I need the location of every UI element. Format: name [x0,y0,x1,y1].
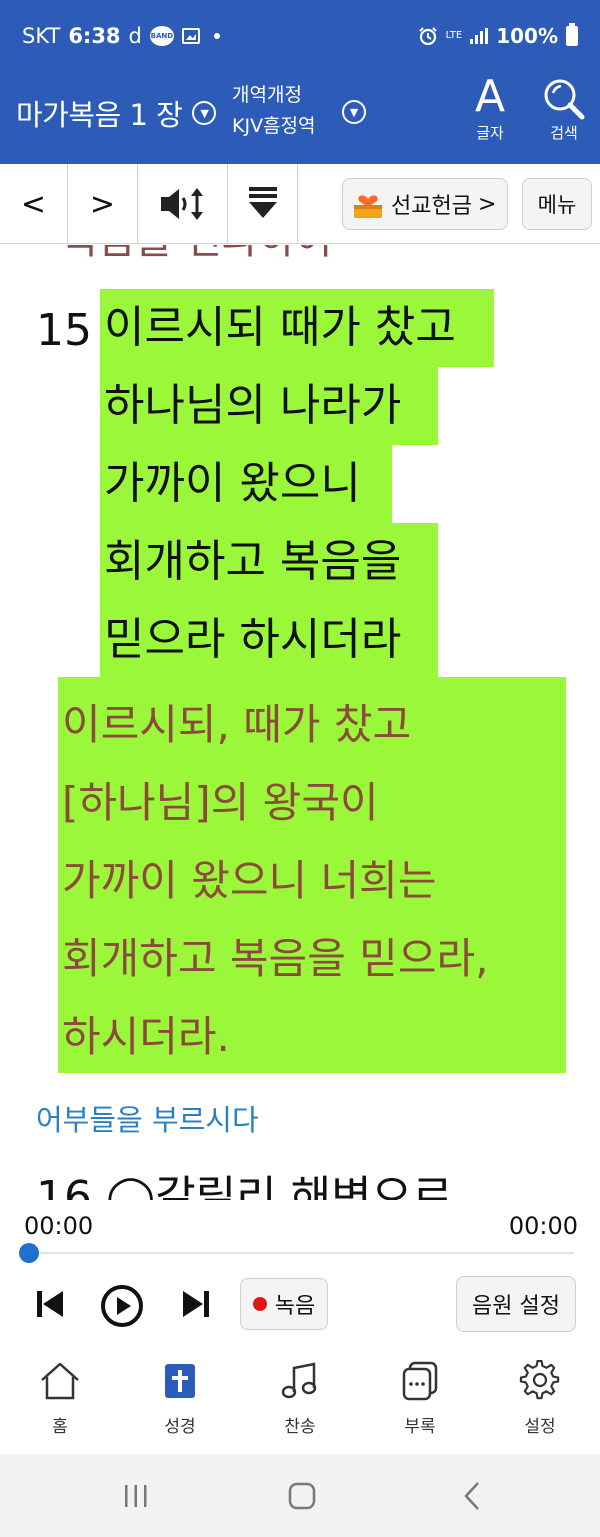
read-aloud-button[interactable] [138,164,228,244]
record-dot-icon [252,1297,267,1311]
home-system-button[interactable] [282,1476,322,1516]
korean-verse-line[interactable]: 하나님의 나라가 [100,367,438,445]
tab-hymn[interactable]: 찬송 [240,1360,360,1437]
prev-label: < [20,186,47,222]
next-label: > [89,186,116,222]
font-size-label: 글자 [476,124,504,142]
previous-track-button[interactable] [30,1286,70,1322]
progress-knob[interactable] [19,1243,39,1263]
donation-box-icon [354,195,382,218]
network-type: LTE [445,30,463,41]
prev-chapter-button[interactable]: < [0,164,68,244]
gallery-icon [181,28,200,44]
status-left: SKT 6:38 d BAND [22,24,220,48]
total-time: 00:00 [508,1212,578,1240]
more-notifications-dot-icon [213,33,220,39]
progress-track[interactable] [28,1252,574,1254]
korean-verse-line[interactable]: 가까이 왔으니 [100,445,392,523]
notification-d-icon: d [128,24,142,48]
status-right: LTE 100% [418,23,578,48]
back-chevron-icon [464,1482,479,1510]
tab-label: 홈 [52,1417,68,1437]
speaker-scroll-icon [160,188,203,220]
home-system-icon [288,1482,316,1510]
chevron-down-icon: ▼ [192,101,217,125]
download-arrow-icon [248,187,277,218]
carrier-label: SKT [22,24,61,48]
battery-percent: 100% [496,24,558,48]
font-size-button[interactable]: A 글자 [464,74,516,143]
recent-apps-icon [125,1485,147,1507]
play-icon [101,1285,143,1327]
version-chevron-down-icon[interactable]: ▼ [342,100,366,124]
auto-scroll-button[interactable] [228,164,298,244]
audio-settings-label: 음원 설정 [472,1294,560,1319]
kjv-verse-block[interactable]: 이르시되, 때가 찼고 [하나님]의 왕국이 가까이 왔으니 너희는 회개하고 … [58,677,566,1073]
korean-verse-line[interactable]: 믿으라 하시더라 [100,601,438,679]
app-header: SKT 6:38 d BAND LTE 100% 마가복음 1 장 ▼ 개역개정 [0,0,600,164]
system-navigation-bar [0,1454,600,1537]
section-heading-link[interactable]: 어부들을 부르시다 [36,1097,259,1139]
tab-label: 찬송 [284,1417,316,1437]
battery-icon [566,23,578,46]
status-bar: SKT 6:38 d BAND LTE 100% [0,0,600,76]
reader-toolbar: < > 선교헌금 > 메뉴 [0,164,600,244]
version-selector[interactable]: 개역개정 KJV흠정역 [232,80,316,142]
kjv-verse-line: 회개하고 복음을 믿으라, [62,934,489,983]
kjv-verse-line: [하나님]의 왕국이 [62,778,379,827]
book-chapter-label: 마가복음 1 장 [16,98,183,132]
offering-label: 선교헌금 [391,194,472,219]
alarm-icon [418,27,437,46]
chevron-right-icon: > [477,191,497,217]
clock: 6:38 [68,24,121,48]
previous-verse-fragment: 복음을 전파하여 [62,245,332,265]
tab-label: 부록 [404,1417,436,1437]
music-note-icon [281,1362,317,1399]
signal-strength-icon [470,28,489,44]
next-track-button[interactable] [176,1286,216,1322]
tab-label: 성경 [164,1417,196,1437]
next-chapter-button[interactable]: > [68,164,138,244]
search-icon [544,79,585,120]
record-button[interactable]: 녹음 [240,1278,328,1330]
skip-next-icon [183,1291,209,1317]
kjv-verse-line: 하시더라. [62,1012,230,1061]
version-secondary: KJV흠정역 [232,115,316,137]
bible-icon [165,1364,195,1398]
version-primary: 개역개정 [232,84,302,106]
tab-settings[interactable]: 설정 [480,1360,600,1437]
search-label: 검색 [550,124,578,142]
tab-appendix[interactable]: 부록 [360,1360,480,1437]
next-verse-fragment: 16 ◯갈릴리 해변으로 [36,1172,453,1200]
skip-previous-icon [37,1291,63,1317]
verse-number: 15 [36,305,92,356]
bottom-tab-bar: 홈 성경 찬송 부록 설정 [0,1352,600,1454]
audio-player: 00:00 00:00 녹음 음원 설정 [0,1200,600,1352]
home-icon [41,1362,79,1400]
menu-button[interactable]: 메뉴 [522,178,592,230]
book-chapter-selector[interactable]: 마가복음 1 장 ▼ [16,92,217,134]
band-app-icon: BAND [149,26,174,46]
font-icon: A [474,71,506,122]
appendix-icon [402,1361,438,1401]
play-button[interactable] [100,1284,144,1328]
record-label: 녹음 [274,1294,316,1319]
audio-settings-button[interactable]: 음원 설정 [456,1276,576,1332]
scripture-view[interactable]: 복음을 전파하여 15 이르시되 때가 찼고 하나님의 나라가 가까이 왔으니 … [0,245,600,1200]
tab-label: 설정 [524,1417,556,1437]
recent-apps-button[interactable] [116,1476,156,1516]
korean-verse-line[interactable]: 회개하고 복음을 [100,523,438,601]
search-button[interactable]: 검색 [538,74,590,143]
tab-bible[interactable]: 성경 [120,1360,240,1437]
mission-offering-button[interactable]: 선교헌금 > [342,178,508,230]
tab-home[interactable]: 홈 [0,1360,120,1437]
current-time: 00:00 [24,1212,94,1240]
menu-label: 메뉴 [537,193,577,217]
gear-icon [519,1360,560,1400]
kjv-verse-line: 이르시되, 때가 찼고 [62,700,412,749]
kjv-verse-line: 가까이 왔으니 너희는 [62,856,437,905]
back-button[interactable] [452,1476,492,1516]
korean-verse-line[interactable]: 이르시되 때가 찼고 [100,289,494,367]
